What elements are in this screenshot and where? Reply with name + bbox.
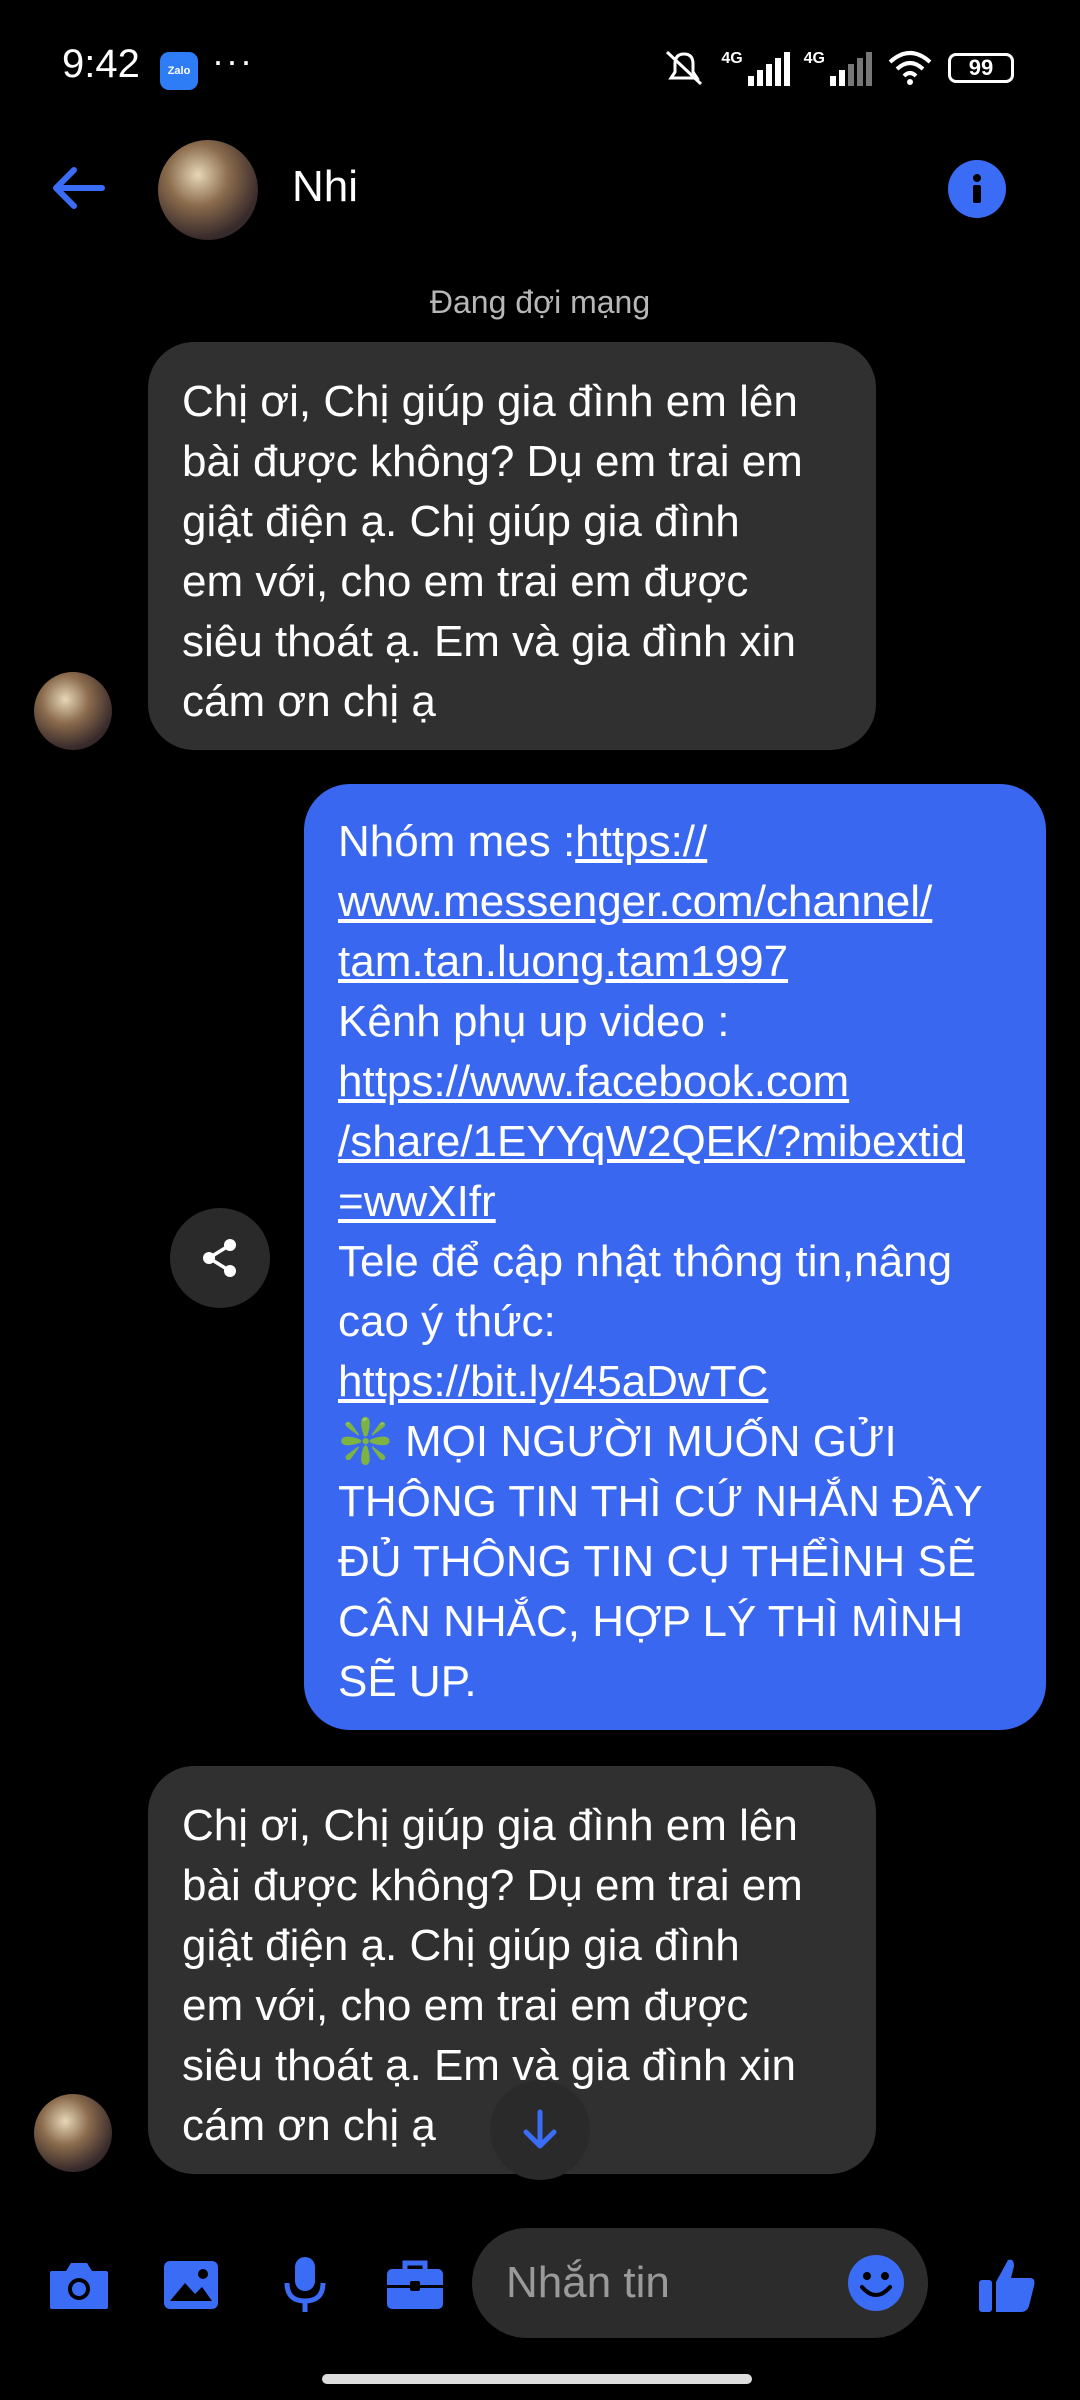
message-input-placeholder: Nhắn tin (506, 2258, 670, 2307)
message-input[interactable]: Nhắn tin (472, 2228, 928, 2338)
bitly-link[interactable]: https://bit.ly/45aDwTC (338, 1357, 768, 1406)
scroll-down-button[interactable] (490, 2080, 590, 2180)
share-button[interactable] (170, 1208, 270, 1308)
share-icon (203, 1239, 236, 1277)
contact-name[interactable]: Nhi (292, 162, 358, 212)
outgoing-message-bubble[interactable]: Nhóm mes :https:// www.messenger.com/cha… (304, 784, 1046, 1730)
image-icon[interactable] (156, 2250, 226, 2320)
zalo-notification-icon: Zalo (160, 52, 198, 90)
microphone-icon[interactable] (270, 2250, 340, 2320)
notice-text: MỌI NGƯỜI MUỐN GỬI THÔNG TIN THÌ CỨ NHẮN… (338, 1417, 983, 1706)
status-time: 9:42 (62, 42, 140, 86)
back-arrow-icon[interactable] (46, 160, 110, 216)
group-label: Nhóm mes : (338, 817, 576, 866)
tele-label: Tele để cập nhật thông tin,nâng cao ý th… (338, 1237, 953, 1346)
briefcase-icon[interactable] (380, 2250, 450, 2320)
sparkle-icon: ❇️ (338, 1417, 393, 1466)
home-indicator[interactable] (322, 2374, 752, 2384)
info-icon[interactable] (948, 160, 1006, 218)
cell-signal-1-icon: 4G (721, 50, 790, 86)
status-icons: 4G 4G 99 (661, 48, 1014, 88)
contact-avatar[interactable] (158, 140, 258, 240)
sender-avatar (34, 672, 112, 750)
wifi-icon (888, 51, 932, 85)
sender-avatar (34, 2094, 112, 2172)
silent-mode-icon (666, 50, 703, 86)
thumbs-up-icon[interactable] (972, 2250, 1042, 2320)
camera-icon[interactable] (44, 2250, 114, 2320)
cell-signal-2-icon: 4G (804, 50, 872, 86)
emoji-icon[interactable] (846, 2253, 906, 2313)
battery-icon: 99 (948, 53, 1014, 83)
network-status: Đang đợi mạng (429, 284, 651, 320)
facebook-share-link[interactable]: https://www.facebook.com /share/1EYYqW2Q… (338, 1057, 965, 1226)
more-notifications-icon: ··· (212, 40, 254, 81)
incoming-message-bubble[interactable]: Chị ơi, Chị giúp gia đình em lên bài đượ… (148, 342, 876, 750)
scroll-down-icon (523, 2109, 557, 2149)
video-channel-label: Kênh phụ up video : (338, 997, 730, 1046)
